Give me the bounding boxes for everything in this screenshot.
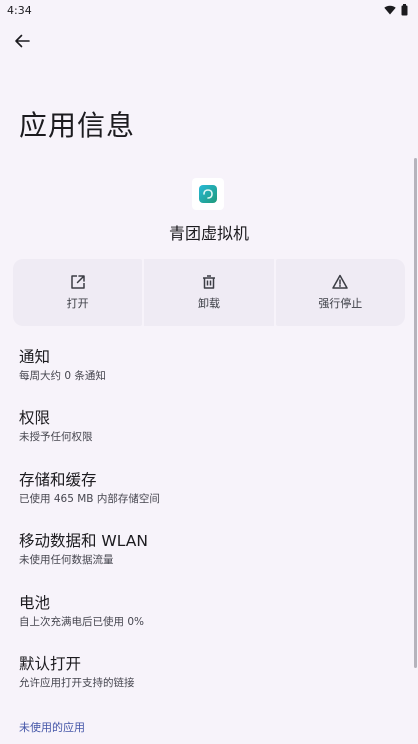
list-item-notifications[interactable]: 通知 每周大约 0 条通知 — [0, 344, 418, 405]
force-stop-label: 强行停止 — [318, 297, 363, 310]
action-bar: 打开 卸载 强行停止 — [13, 259, 405, 326]
list-item-storage[interactable]: 存储和缓存 已使用 465 MB 内部存储空间 — [0, 467, 418, 528]
status-icons — [384, 4, 408, 16]
trash-icon — [202, 275, 215, 289]
list-item-data-usage[interactable]: 移动数据和 WLAN 未使用任何数据流量 — [0, 528, 418, 589]
list-item-subtitle: 允许应用打开支持的链接 — [19, 676, 135, 689]
back-button[interactable] — [10, 29, 34, 53]
warning-icon — [332, 274, 349, 289]
open-label: 打开 — [66, 297, 89, 310]
list-item-permissions[interactable]: 权限 未授予任何权限 — [0, 405, 418, 466]
list-item-title: 移动数据和 WLAN — [19, 532, 148, 551]
app-icon — [192, 178, 224, 210]
settings-list: 通知 每周大约 0 条通知 权限 未授予任何权限 存储和缓存 已使用 465 M… — [0, 344, 418, 712]
unused-apps-header: 未使用的应用 — [19, 721, 85, 734]
list-item-title: 存储和缓存 — [19, 470, 97, 489]
arrow-back-icon — [15, 34, 30, 48]
list-item-title: 权限 — [19, 409, 51, 428]
list-item-subtitle: 每周大约 0 条通知 — [19, 370, 106, 382]
uninstall-button[interactable]: 卸载 — [144, 259, 274, 326]
app-name: 青团虚拟机 — [168, 224, 249, 243]
force-stop-button[interactable]: 强行停止 — [275, 259, 405, 326]
battery-icon — [401, 4, 408, 16]
list-item-title: 默认打开 — [19, 654, 82, 673]
scrollbar[interactable] — [414, 158, 417, 668]
uninstall-label: 卸载 — [197, 297, 220, 310]
list-item-subtitle: 已使用 465 MB 内部存储空间 — [19, 492, 160, 505]
list-item-title: 通知 — [19, 348, 51, 366]
list-item-subtitle: 未授予任何权限 — [19, 431, 93, 444]
list-item-title: 电池 — [19, 593, 51, 612]
wifi-icon — [384, 5, 396, 15]
open-external-icon — [70, 275, 85, 289]
list-item-subtitle: 未使用任何数据流量 — [19, 554, 114, 567]
list-item-battery[interactable]: 电池 自上次充满电后已使用 0% — [0, 590, 418, 651]
app-logo-icon — [199, 185, 217, 203]
list-item-subtitle: 自上次充满电后已使用 0% — [19, 615, 144, 628]
page-title: 应用信息 — [19, 109, 136, 142]
status-time: 4:34 — [7, 3, 32, 17]
list-item-open-by-default[interactable]: 默认打开 允许应用打开支持的链接 — [0, 651, 418, 712]
status-bar: 4:34 — [0, 0, 418, 20]
open-button[interactable]: 打开 — [13, 259, 143, 326]
